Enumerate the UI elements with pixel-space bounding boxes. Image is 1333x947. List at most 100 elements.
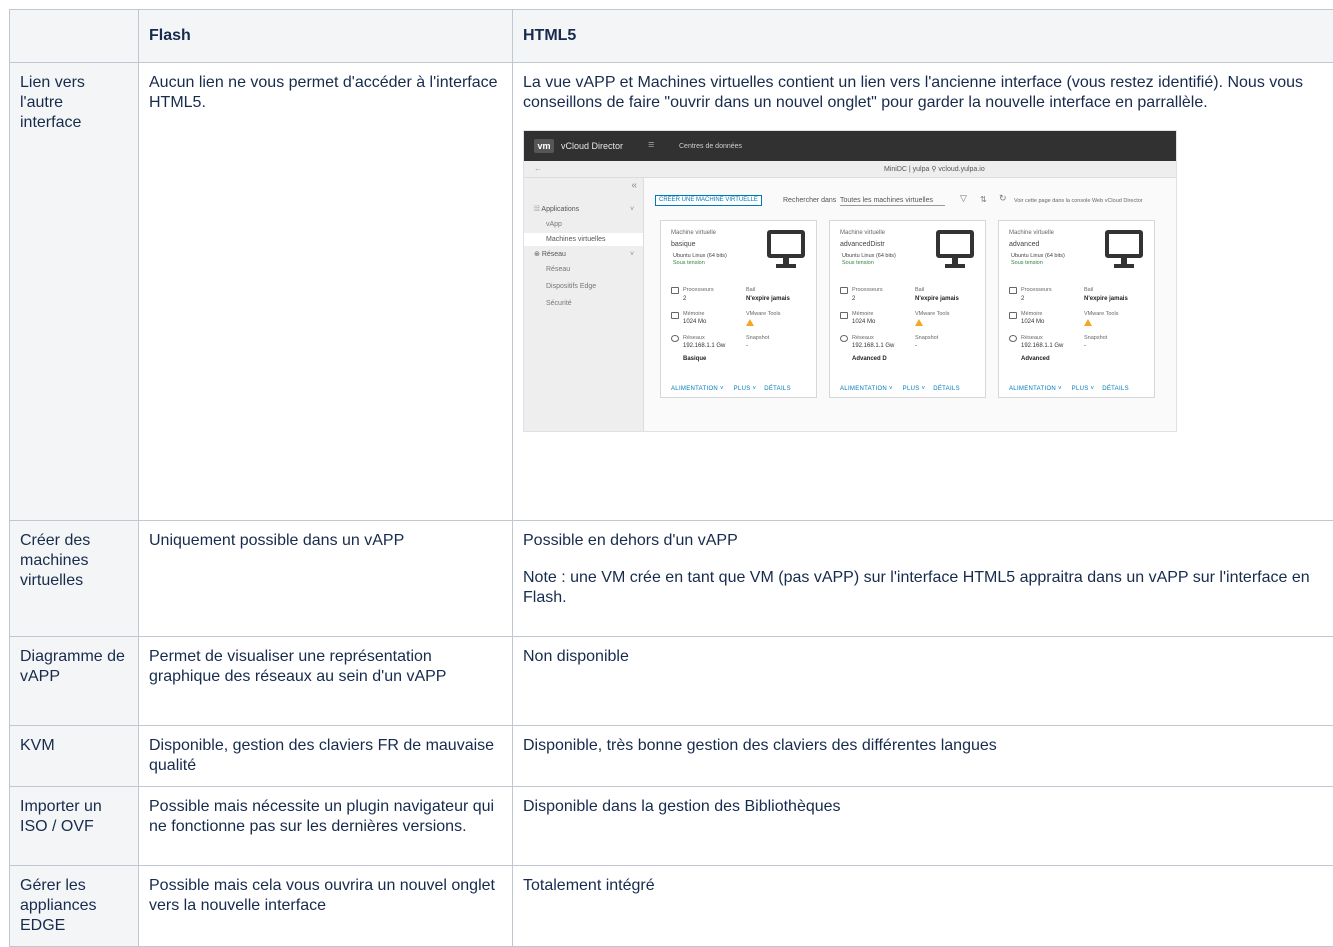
sidebar-security: Sécurité: [546, 299, 572, 308]
monitor-icon: [936, 229, 974, 271]
back-arrow-icon: ←: [534, 164, 542, 173]
monitor-icon: [767, 229, 805, 271]
network-icon: [840, 335, 848, 342]
vm-state: Sous tension: [842, 259, 874, 268]
cpu-label: Processeurs: [683, 286, 714, 295]
vcd-brand: vCloud Director: [561, 141, 623, 151]
vm-state: Sous tension: [1011, 259, 1043, 268]
vcd-datacenters-link: Centres de données: [679, 142, 742, 151]
row-html5: Totalement intégré: [513, 866, 1333, 947]
sort-icon: ⇅: [980, 195, 987, 204]
row-flash: Possible mais cela vous ouvrira un nouve…: [139, 866, 513, 947]
header-flash: Flash: [139, 10, 513, 63]
network-icon: [1009, 335, 1017, 342]
sidebar-network-group: ⊛ Réseau: [534, 250, 566, 259]
search-scope-select: Toutes les machines virtuelles: [840, 196, 945, 206]
vcloud-director-screenshot: vm vCloud Director ≡ Centres de données …: [523, 130, 1177, 432]
chevron-down-icon: ˅: [630, 205, 634, 214]
row-flash: Aucun lien ne vous permet d'accéder à l'…: [139, 63, 513, 521]
vm-label: Machine virtuelle: [1009, 229, 1054, 238]
network-name: Advanced D: [852, 355, 887, 364]
card-actions: ALIMENTATION ˅ PLUS ˅ DÉTAILS: [840, 385, 960, 394]
card-actions: ALIMENTATION ˅ PLUS ˅ DÉTAILS: [1009, 385, 1129, 394]
table-row: Créer des machines virtuelles Uniquement…: [10, 521, 1333, 637]
warning-icon: [915, 319, 923, 326]
row-feature: Gérer les appliances EDGE: [10, 866, 139, 947]
memory-icon: [1009, 312, 1017, 319]
row-feature: Importer un ISO / OVF: [10, 787, 139, 866]
row-html5: Disponible dans la gestion des Bibliothè…: [513, 787, 1333, 866]
warning-icon: [746, 319, 754, 326]
vm-card: Machine virtuelle advancedDistr Ubuntu L…: [829, 220, 986, 398]
row-flash: Uniquement possible dans un vAPP: [139, 521, 513, 637]
vcd-main: CRÉER UNE MACHINE VIRTUELLE Rechercher d…: [644, 178, 1177, 432]
header-row: Flash HTML5: [10, 10, 1333, 63]
table-row: Importer un ISO / OVF Possible mais néce…: [10, 787, 1333, 866]
network-icon: ⊛: [534, 251, 542, 258]
collapse-icon: «: [631, 181, 637, 190]
network-value: 192.168.1.1 Gw: [852, 342, 894, 351]
cpu-label: Processeurs: [1021, 286, 1052, 295]
network-value: 192.168.1.1 Gw: [683, 342, 725, 351]
cpu-icon: [1009, 287, 1017, 294]
memory-icon: [671, 312, 679, 319]
vm-name: basique: [671, 240, 696, 249]
snapshot-value: -: [915, 342, 917, 351]
search-in-label: Rechercher dans: [783, 196, 836, 205]
comparison-table: Flash HTML5 Lien vers l'autre interface …: [9, 9, 1333, 947]
memory-icon: [840, 312, 848, 319]
lease-value: N'expire jamais: [1084, 295, 1128, 304]
row-feature: Créer des machines virtuelles: [10, 521, 139, 637]
row-html5: La vue vAPP et Machines virtuelles conti…: [513, 63, 1333, 521]
lease-value: N'expire jamais: [746, 295, 790, 304]
row-html5-text: La vue vAPP et Machines virtuelles conti…: [523, 73, 1323, 113]
vm-label: Machine virtuelle: [840, 229, 885, 238]
monitor-icon: [1105, 229, 1143, 271]
snapshot-label: Snapshot: [746, 334, 769, 343]
tools-label: VMware Tools: [1084, 310, 1118, 319]
sidebar-network: Réseau: [546, 265, 570, 274]
lease-label: Bail: [1084, 286, 1093, 295]
row-html5-note: Note : une VM crée en tant que VM (pas v…: [523, 568, 1323, 608]
row-flash: Disponible, gestion des claviers FR de m…: [139, 726, 513, 787]
row-flash: Possible mais nécessite un plugin naviga…: [139, 787, 513, 866]
refresh-icon: ↻: [999, 194, 1007, 203]
sidebar-applications: ⁞⁞⁞ Applications: [534, 205, 579, 214]
network-value: 192.168.1.1 Gw: [1021, 342, 1063, 351]
network-name: Basique: [683, 355, 706, 364]
snapshot-value: -: [746, 342, 748, 351]
cpu-value: 2: [683, 295, 686, 304]
table-row: Diagramme de vAPP Permet de visualiser u…: [10, 637, 1333, 726]
table-row: Gérer les appliances EDGE Possible mais …: [10, 866, 1333, 947]
menu-icon: ≡: [648, 139, 654, 151]
vm-name: advancedDistr: [840, 240, 885, 249]
cpu-value: 2: [1021, 295, 1024, 304]
network-icon: [671, 335, 679, 342]
tools-label: VMware Tools: [915, 310, 949, 319]
vcd-topbar: vm vCloud Director ≡ Centres de données: [524, 131, 1177, 161]
table-row: KVM Disponible, gestion des claviers FR …: [10, 726, 1333, 787]
row-html5: Disponible, très bonne gestion des clavi…: [513, 726, 1333, 787]
vcd-sidebar: « ⁞⁞⁞ Applications ˅ vApp Machines virtu…: [524, 178, 644, 432]
lease-label: Bail: [915, 286, 924, 295]
lease-label: Bail: [746, 286, 755, 295]
network-name: Advanced: [1021, 355, 1050, 364]
header-html5: HTML5: [513, 10, 1333, 63]
chevron-down-icon: ˅: [630, 250, 634, 259]
cpu-label: Processeurs: [852, 286, 883, 295]
vm-card: Machine virtuelle basique Ubuntu Linux (…: [660, 220, 817, 398]
vcd-location: MiniDC | yulpa ⚲ vcloud.yulpa.io: [884, 165, 985, 174]
vm-name: advanced: [1009, 240, 1039, 249]
sidebar-vapp: vApp: [546, 220, 562, 229]
cpu-icon: [840, 287, 848, 294]
memory-value: 1024 Mo: [683, 318, 706, 327]
row-flash: Permet de visualiser une représentation …: [139, 637, 513, 726]
lease-value: N'expire jamais: [915, 295, 959, 304]
sidebar-vms: Machines virtuelles: [524, 233, 643, 246]
header-empty: [10, 10, 139, 63]
vm-label: Machine virtuelle: [671, 229, 716, 238]
card-actions: ALIMENTATION ˅ PLUS ˅ DÉTAILS: [671, 385, 791, 394]
console-link: Voir cette page dans la console Web vClo…: [1014, 197, 1143, 206]
vcd-subbar: ← MiniDC | yulpa ⚲ vcloud.yulpa.io: [524, 161, 1177, 178]
row-feature: KVM: [10, 726, 139, 787]
